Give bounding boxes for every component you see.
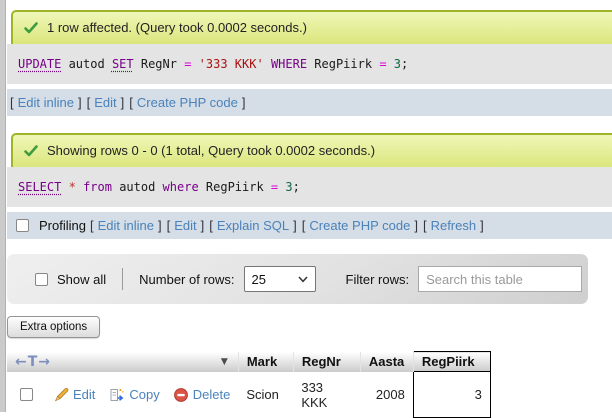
chevron-down-icon xyxy=(298,276,308,283)
explain-sql-link[interactable]: [Explain SQL] xyxy=(209,218,297,233)
column-header-regnr[interactable]: RegNr xyxy=(293,352,360,372)
filter-rows-label: Filter rows: xyxy=(346,272,410,287)
success-message-banner: Showing rows 0 - 0 (1 total, Query took … xyxy=(11,133,612,167)
column-header-mark[interactable]: Mark xyxy=(238,352,293,372)
bracket: ] xyxy=(158,218,162,233)
sql-code: UPDATE autod SET RegNr = '333 KKK' WHERE… xyxy=(18,57,408,71)
success-check-icon xyxy=(23,143,39,159)
copy-action-label[interactable]: Copy xyxy=(129,387,159,402)
row-actions-cell: Edit Copy xyxy=(7,372,238,418)
explain-sql-link-text[interactable]: Explain SQL xyxy=(213,218,293,233)
results-table: ←T→ ▼ Mark RegNr Aasta RegPiirk xyxy=(7,351,491,418)
cell-regpiirk[interactable]: 3 xyxy=(413,372,490,418)
query-results-page: 1 row affected. (Query took 0.0002 secon… xyxy=(7,0,612,418)
cell-mark[interactable]: Scion xyxy=(238,372,293,418)
bracket: ] xyxy=(242,95,246,110)
number-of-rows-label: Number of rows: xyxy=(139,272,234,287)
edit-link-text[interactable]: Edit xyxy=(170,218,200,233)
edit-inline-link[interactable]: [Edit inline] xyxy=(10,95,82,110)
sql-code: SELECT * from autod where RegPiirk = 3; xyxy=(18,180,300,194)
edit-action-label[interactable]: Edit xyxy=(73,387,95,402)
panel-edge-strip[interactable] xyxy=(0,0,6,412)
select-result-group: Showing rows 0 - 0 (1 total, Query took … xyxy=(7,133,612,239)
show-all-checkbox[interactable] xyxy=(35,273,48,286)
create-php-code-link-text[interactable]: Create PHP code xyxy=(133,95,242,110)
create-php-code-link[interactable]: [Create PHP code] xyxy=(302,218,418,233)
profiling-checkbox[interactable] xyxy=(16,219,29,232)
divider xyxy=(122,268,123,290)
show-all-control[interactable]: Show all xyxy=(35,272,106,287)
results-controls-box: Show all Number of rows: 25 Filter rows: xyxy=(7,254,588,304)
copy-row-action[interactable]: Copy xyxy=(109,387,159,403)
success-check-icon xyxy=(23,20,39,36)
create-php-code-link[interactable]: [Create PHP code] xyxy=(129,95,245,110)
query-actions-row: Profiling [Edit inline] [Edit] [Explain … xyxy=(7,212,612,239)
show-all-label: Show all xyxy=(57,272,106,287)
refresh-link[interactable]: [Refresh] xyxy=(423,218,484,233)
edit-inline-link-text[interactable]: Edit inline xyxy=(14,95,78,110)
number-of-rows-value: 25 xyxy=(252,272,266,287)
edit-link-text[interactable]: Edit xyxy=(90,95,120,110)
table-row: Edit Copy xyxy=(7,372,490,418)
success-message-banner: 1 row affected. (Query took 0.0002 secon… xyxy=(11,10,612,44)
update-result-group: 1 row affected. (Query took 0.0002 secon… xyxy=(7,10,612,116)
edit-link[interactable]: [Edit] xyxy=(167,218,205,233)
delete-row-action[interactable]: Delete xyxy=(173,387,231,403)
bracket: ] xyxy=(480,218,484,233)
edit-inline-link[interactable]: [Edit inline] xyxy=(90,218,162,233)
cell-aasta[interactable]: 2008 xyxy=(360,372,413,418)
query-actions-row: [Edit inline] [Edit] [Create PHP code] xyxy=(7,89,612,116)
pencil-icon xyxy=(53,387,69,403)
bracket: ] xyxy=(121,95,125,110)
refresh-link-text[interactable]: Refresh xyxy=(427,218,481,233)
sort-desc-icon[interactable]: ▼ xyxy=(221,357,228,367)
bracket: ] xyxy=(78,95,82,110)
column-header-aasta[interactable]: Aasta xyxy=(360,352,413,372)
extra-options-button[interactable]: Extra options xyxy=(7,316,100,338)
edit-link[interactable]: [Edit] xyxy=(87,95,125,110)
sql-query-area: UPDATE autod SET RegNr = '333 KKK' WHERE… xyxy=(7,44,612,84)
success-message-text: Showing rows 0 - 0 (1 total, Query took … xyxy=(47,143,375,159)
copy-icon xyxy=(109,387,125,403)
bracket: ] xyxy=(414,218,418,233)
sql-query-area: SELECT * from autod where RegPiirk = 3; xyxy=(7,167,612,207)
row-select-checkbox[interactable] xyxy=(20,388,33,401)
delete-action-label[interactable]: Delete xyxy=(193,387,231,402)
number-of-rows-select[interactable]: 25 xyxy=(244,266,316,292)
delete-icon xyxy=(173,387,189,403)
edit-row-action[interactable]: Edit xyxy=(53,387,95,403)
column-order-icon[interactable]: ←T→ xyxy=(15,354,51,370)
profiling-label: Profiling xyxy=(39,218,86,233)
bracket: ] xyxy=(293,218,297,233)
success-message-text: 1 row affected. (Query took 0.0002 secon… xyxy=(47,20,307,36)
filter-rows-input[interactable] xyxy=(418,266,582,292)
column-header-regpiirk[interactable]: RegPiirk xyxy=(413,352,490,372)
cell-regnr[interactable]: 333 KKK xyxy=(293,372,360,418)
bracket: ] xyxy=(201,218,205,233)
create-php-code-link-text[interactable]: Create PHP code xyxy=(305,218,414,233)
table-header-row: ←T→ ▼ Mark RegNr Aasta RegPiirk xyxy=(7,352,490,372)
edit-inline-link-text[interactable]: Edit inline xyxy=(94,218,158,233)
actions-header-cell: ←T→ ▼ xyxy=(7,352,238,372)
